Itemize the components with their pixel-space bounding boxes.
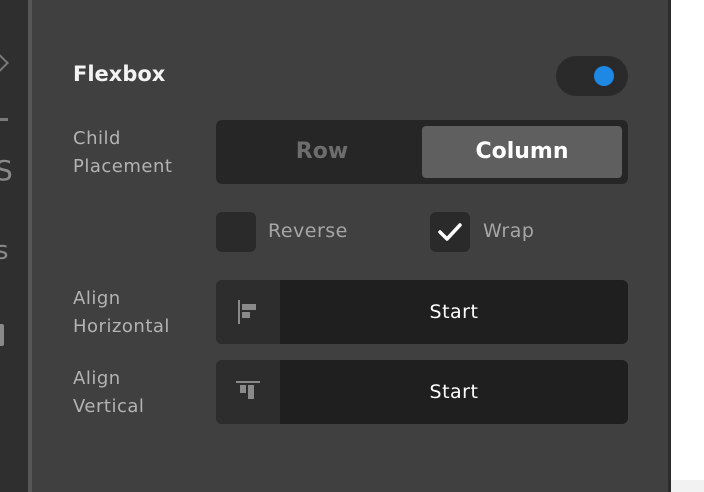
align-horizontal-value: Start [429, 301, 479, 323]
align-vertical-icon-box[interactable] [216, 360, 280, 424]
align-vertical-label-line2: Vertical [73, 396, 145, 417]
sidebar-arrow-fragment [0, 53, 9, 73]
reverse-label: Reverse [268, 220, 348, 242]
align-vertical-label-line1: Align [73, 368, 121, 389]
wrap-label: Wrap [483, 220, 535, 242]
toggle-knob [594, 66, 614, 86]
align-horizontal-label: Align Horizontal [73, 285, 170, 341]
align-horizontal-icon-box[interactable] [216, 280, 280, 344]
sidebar-line-fragment [0, 118, 8, 121]
sidebar-icon-fragment [0, 324, 4, 346]
child-placement-label-line2: Placement [73, 156, 173, 177]
sidebar-text-fragment: S [0, 154, 13, 187]
child-placement-label: Child Placement [73, 125, 172, 181]
checkmark-icon [438, 223, 462, 241]
align-vertical-start-icon [236, 381, 260, 399]
wrap-checkbox[interactable] [430, 212, 470, 252]
sidebar-text-fragment: s [0, 236, 9, 266]
align-horizontal-label-line2: Horizontal [73, 316, 170, 337]
align-vertical-value: Start [429, 381, 479, 403]
column-option[interactable]: Column [422, 126, 622, 178]
canvas-edge [671, 480, 704, 492]
section-title: Flexbox [73, 62, 166, 86]
child-placement-label-line1: Child [73, 128, 121, 149]
flexbox-toggle[interactable] [556, 56, 628, 96]
align-horizontal-label-line1: Align [73, 288, 121, 309]
align-horizontal-start-icon [238, 300, 256, 324]
child-placement-segmented-control: Row Column [216, 120, 628, 184]
left-sidebar-strip: S s [0, 0, 28, 492]
align-horizontal-select[interactable]: Start [216, 280, 628, 344]
align-vertical-select[interactable]: Start [216, 360, 628, 424]
panel-edge [668, 0, 671, 492]
reverse-checkbox[interactable] [216, 212, 256, 252]
align-vertical-label: Align Vertical [73, 365, 144, 421]
row-option[interactable]: Row [222, 126, 422, 178]
